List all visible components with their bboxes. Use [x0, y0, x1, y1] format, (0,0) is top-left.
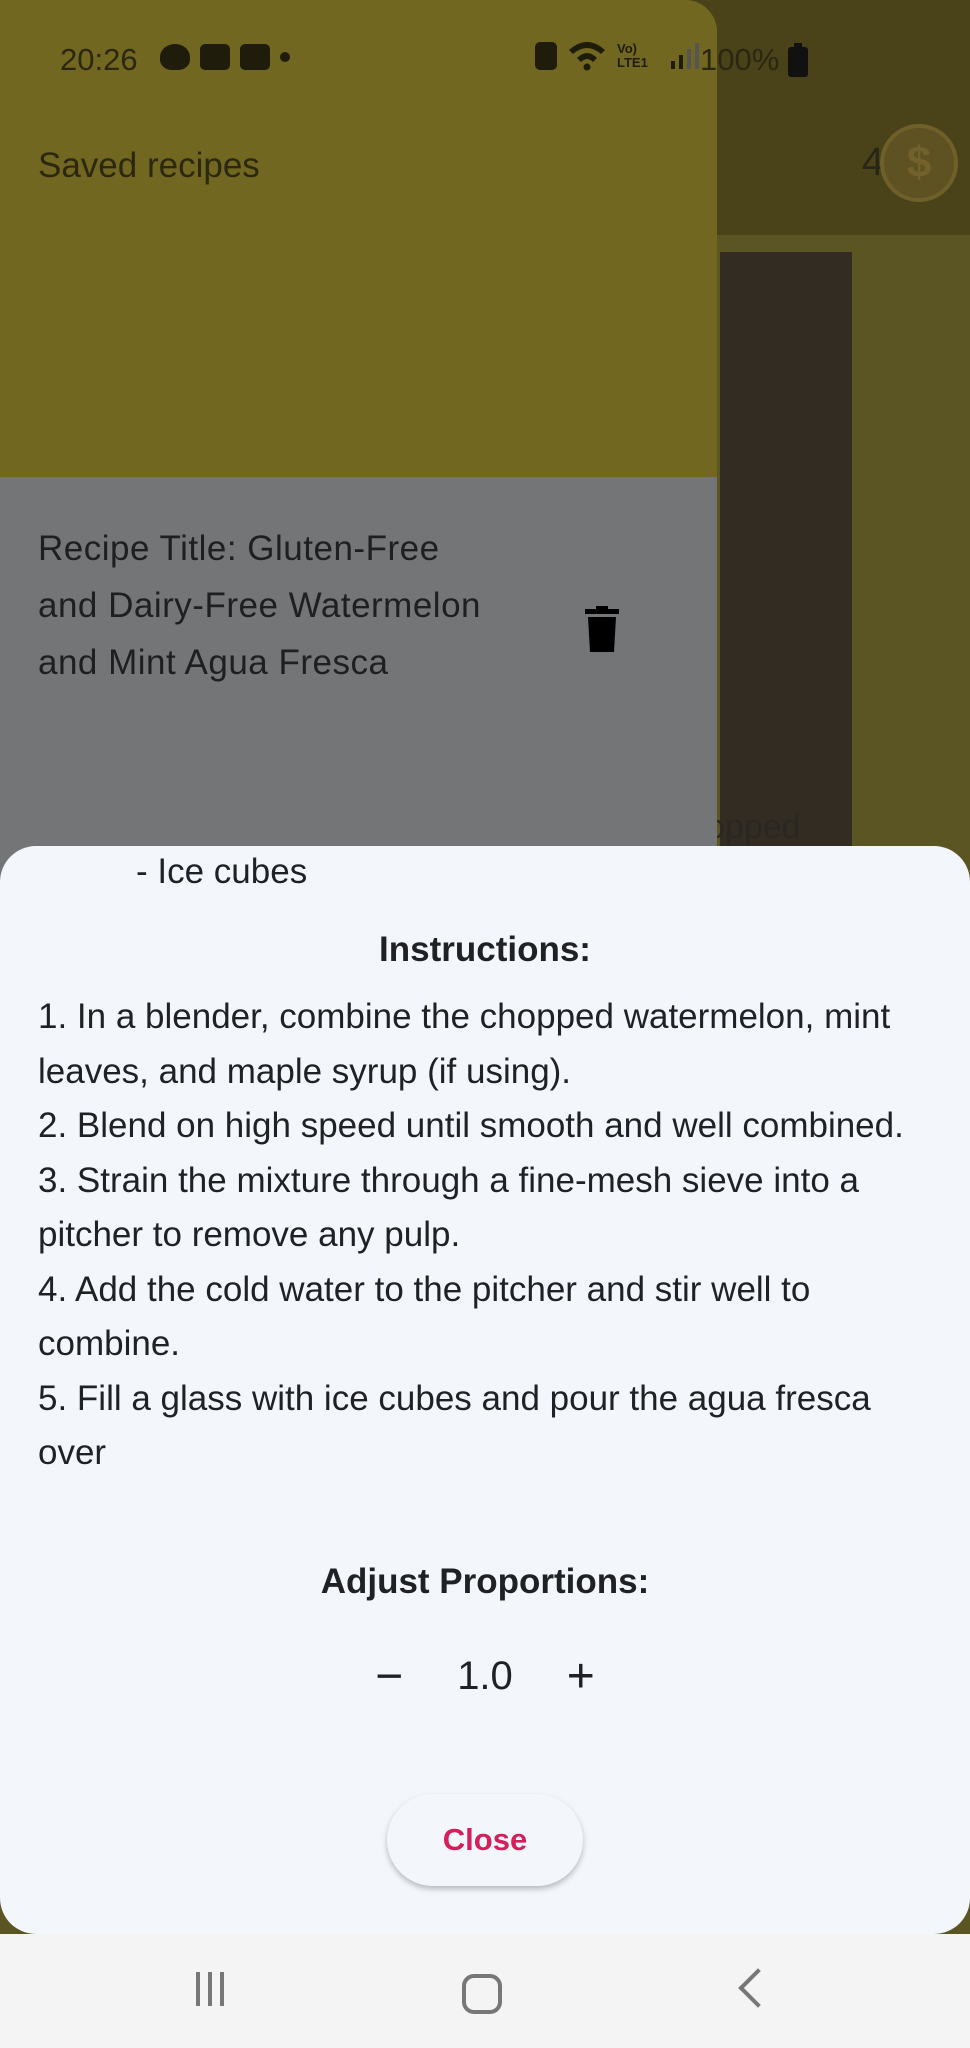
proportion-value: 1.0: [457, 1653, 513, 1698]
battery-icon: [788, 43, 808, 77]
notification-icons: [160, 44, 290, 70]
recent-apps-icon[interactable]: [196, 1972, 224, 2006]
decrease-button[interactable]: −: [361, 1648, 417, 1704]
instruction-step: 3. Strain the mixture through a fine-mes…: [38, 1160, 859, 1255]
more-notifications-icon: [280, 52, 290, 62]
battery-percent: 100%: [700, 42, 780, 77]
network-label: Vo) LTE1: [617, 41, 648, 70]
instruction-step: 2. Blend on high speed until smooth and …: [38, 1106, 904, 1145]
youtube-icon: [200, 44, 230, 70]
instructions-heading: Instructions:: [379, 930, 591, 969]
instruction-step: 5. Fill a glass with ice cubes and pour …: [38, 1378, 871, 1473]
back-icon[interactable]: [738, 1968, 778, 2008]
increase-button[interactable]: +: [553, 1648, 609, 1704]
system-icons: Vo) LTE1: [535, 40, 699, 72]
background-text: opped: [706, 808, 801, 846]
drawer-title: Saved recipes: [38, 146, 260, 185]
signal-icon: [671, 43, 699, 69]
clock: 20:26: [60, 42, 138, 77]
instruction-step: 1. In a blender, combine the chopped wat…: [38, 997, 891, 1091]
discord-icon: [240, 44, 270, 70]
navigation-bar: [0, 1934, 970, 2048]
wifi-icon: [569, 42, 605, 71]
ingredient-line: - Ice cubes: [136, 852, 308, 891]
trash-icon[interactable]: [585, 606, 619, 652]
status-bar: 20:26 Vo) LTE1 100%: [0, 0, 970, 110]
close-button[interactable]: Close: [387, 1794, 583, 1886]
saved-recipes-drawer: Saved recipes Recipe Title: Gluten-Free …: [0, 0, 717, 900]
instruction-step: 4. Add the cold water to the pitcher and…: [38, 1269, 811, 1364]
home-icon[interactable]: [462, 1974, 502, 2014]
alarm-icon: [535, 42, 557, 70]
coin-icon[interactable]: $: [880, 124, 958, 202]
snapchat-icon: [160, 44, 190, 70]
proportion-stepper: − 1.0 +: [0, 1648, 970, 1704]
instructions-list: 1. In a blender, combine the chopped wat…: [38, 990, 938, 1481]
background-card: [720, 252, 852, 852]
recipe-item-title[interactable]: Recipe Title: Gluten-Free and Dairy-Free…: [38, 520, 498, 691]
adjust-proportions-heading: Adjust Proportions:: [320, 1562, 650, 1601]
